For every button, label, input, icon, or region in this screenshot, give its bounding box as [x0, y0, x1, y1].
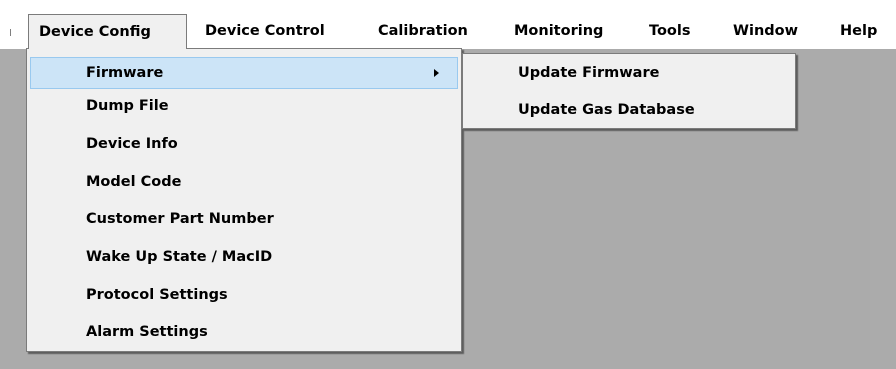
firmware-submenu: Update Firmware Update Gas Database: [462, 53, 796, 129]
menubar-grip: [10, 29, 11, 36]
menu-calibration-label: Calibration: [378, 23, 468, 39]
menu-tools[interactable]: Tools: [649, 14, 691, 49]
menu-item-device-info-label: Device Info: [86, 136, 178, 152]
menu-item-update-gas-database[interactable]: Update Gas Database: [466, 94, 792, 126]
menu-item-dump-file[interactable]: Dump File: [30, 90, 458, 122]
menu-window[interactable]: Window: [733, 14, 798, 49]
menu-item-alarm-settings-label: Alarm Settings: [86, 324, 208, 340]
menu-device-control-label: Device Control: [205, 23, 325, 39]
menu-monitoring[interactable]: Monitoring: [514, 14, 603, 49]
menu-item-wake-up-state-label: Wake Up State / MacID: [86, 249, 273, 265]
menu-device-config[interactable]: Device Config: [28, 14, 187, 49]
menu-device-control[interactable]: Device Control: [205, 14, 325, 49]
menu-item-update-firmware[interactable]: Update Firmware: [466, 57, 792, 89]
device-config-dropdown: Firmware Dump File Device Info Model Cod…: [26, 48, 462, 352]
menu-calibration[interactable]: Calibration: [378, 14, 468, 49]
menu-help-label: Help: [840, 23, 878, 39]
menu-item-model-code-label: Model Code: [86, 174, 182, 190]
menu-item-alarm-settings[interactable]: Alarm Settings: [30, 316, 458, 348]
menu-tools-label: Tools: [649, 23, 691, 39]
menu-item-update-firmware-label: Update Firmware: [518, 65, 660, 81]
menu-item-device-info[interactable]: Device Info: [30, 128, 458, 160]
menu-item-firmware[interactable]: Firmware: [30, 57, 458, 89]
menu-device-config-label: Device Config: [39, 24, 151, 40]
menu-bar: Device Config Device Control Calibration…: [0, 0, 896, 49]
menu-window-label: Window: [733, 23, 799, 39]
menu-item-customer-part-number-label: Customer Part Number: [86, 211, 274, 227]
menu-item-model-code[interactable]: Model Code: [30, 166, 458, 198]
menu-item-protocol-settings-label: Protocol Settings: [86, 287, 228, 303]
menu-item-customer-part-number[interactable]: Customer Part Number: [30, 203, 458, 235]
menu-item-firmware-label: Firmware: [86, 65, 164, 81]
menu-item-update-gas-database-label: Update Gas Database: [518, 102, 695, 118]
menu-item-dump-file-label: Dump File: [86, 98, 169, 114]
menu-item-protocol-settings[interactable]: Protocol Settings: [30, 279, 458, 311]
menu-help[interactable]: Help: [840, 14, 877, 49]
menu-item-wake-up-state[interactable]: Wake Up State / MacID: [30, 241, 458, 273]
menu-monitoring-label: Monitoring: [514, 23, 604, 39]
submenu-arrow-icon: [434, 69, 439, 77]
